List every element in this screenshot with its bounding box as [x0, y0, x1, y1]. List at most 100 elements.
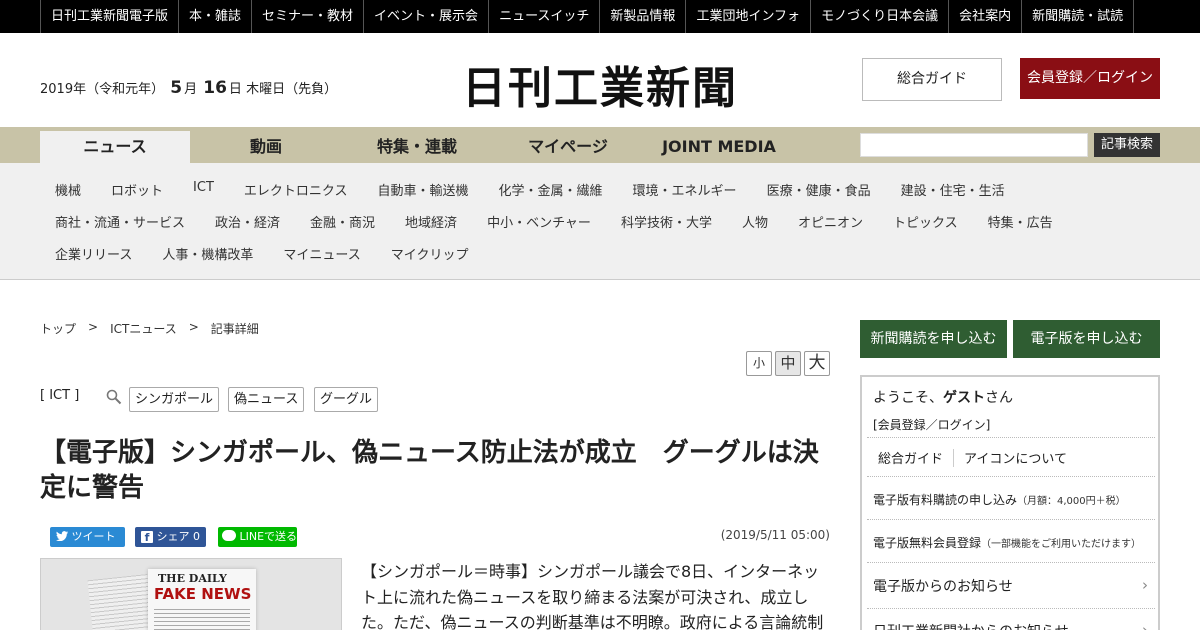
topnav-digital-edition[interactable]: 日刊工業新聞電子版 — [40, 0, 178, 33]
topnav-newswitch[interactable]: ニュースイッチ — [488, 0, 599, 33]
paid-price-note: （月額：4,000円＋税） — [1017, 496, 1126, 507]
tab-video[interactable]: 動画 — [191, 131, 341, 163]
category-link[interactable]: 医療・健康・食品 — [767, 180, 871, 200]
company-notice-link[interactable]: 日刊工業新聞社からのお知らせ — [873, 621, 1069, 630]
category-link[interactable]: マイクリップ — [391, 244, 469, 264]
date-day: 16 — [203, 78, 227, 98]
site-logo[interactable]: 日刊工業新聞 — [400, 52, 800, 116]
breadcrumb-current: 記事詳細 — [210, 322, 259, 336]
breadcrumb-ict-news[interactable]: ICTニュース — [110, 320, 177, 337]
tab-mypage[interactable]: マイページ — [493, 131, 643, 163]
free-membership-note: （一部機能をご利用いただけます） — [981, 539, 1142, 550]
paid-subscription-link[interactable]: 電子版有料購読の申し込み（月額：4,000円＋税） — [873, 491, 1126, 508]
digital-notice-link[interactable]: 電子版からのお知らせ — [873, 576, 1013, 596]
topnav-seminars[interactable]: セミナー・教材 — [251, 0, 363, 33]
tag-google[interactable]: グーグル — [314, 387, 379, 412]
tag-singapore[interactable]: シンガポール — [129, 387, 220, 412]
topnav-industrial-parks[interactable]: 工業団地インフォ — [685, 0, 810, 33]
article-body: 【シンガポール＝時事】シンガポール議会で8日、インターネット上に流れた偽ニュース… — [361, 562, 824, 630]
tab-news[interactable]: ニュース — [40, 131, 190, 163]
category-link[interactable]: ロボット — [111, 180, 163, 200]
tab-features[interactable]: 特集・連載 — [342, 131, 492, 163]
topnav-events[interactable]: イベント・展示会 — [363, 0, 488, 33]
category-link[interactable]: マイニュース — [283, 244, 360, 264]
category-link[interactable]: エレクトロニクス — [244, 180, 348, 200]
article-photo: THE DAILY FAKE NEWS — [40, 558, 342, 630]
category-link[interactable]: 中小・ベンチャー — [487, 212, 591, 232]
topnav-company-info[interactable]: 会社案内 — [948, 0, 1021, 33]
category-link[interactable]: 科学技術・大学 — [621, 212, 712, 232]
facebook-share-label: シェア — [156, 530, 190, 543]
main-navigation: ニュース 動画 特集・連載 マイページ JOINT MEDIA 記事検索 — [0, 127, 1200, 163]
month-unit: 月 — [184, 82, 198, 97]
date-year: 2019年（令和元年） — [40, 82, 165, 97]
category-link[interactable]: オピニオン — [798, 212, 863, 232]
category-row-3: 企業リリース 人事・機構改革 マイニュース マイクリップ — [55, 244, 498, 264]
welcome-prefix: ようこそ、 — [873, 390, 943, 406]
newspaper-text-lines — [154, 609, 250, 630]
topnav-monozukuri[interactable]: モノづくり日本会議 — [810, 0, 948, 33]
category-link[interactable]: 環境・エネルギー — [633, 180, 737, 200]
category-link[interactable]: 企業リリース — [55, 244, 132, 264]
tweet-label: ツイート — [71, 530, 116, 543]
category-link[interactable]: 人事・機構改革 — [162, 244, 253, 264]
line-share-label: LINEで送る — [239, 530, 298, 543]
chevron-right-icon: › — [1142, 576, 1148, 594]
breadcrumb-separator: > — [188, 320, 199, 334]
topnav-books[interactable]: 本・雑誌 — [178, 0, 251, 33]
guide-button[interactable]: 総合ガイド — [862, 58, 1002, 101]
login-button[interactable]: 会員登録／ログイン — [1020, 58, 1160, 99]
article-search-button[interactable]: 記事検索 — [1094, 133, 1160, 157]
newspaper-headline: FAKE NEWS — [154, 585, 252, 603]
paid-subscription-label: 電子版有料購読の申し込み — [873, 493, 1018, 507]
welcome-message: ようこそ、ゲストさん — [873, 387, 1013, 407]
article-headline: 【電子版】シンガポール、偽ニュース防止法が成立 グーグルは決定に警告 — [40, 438, 819, 503]
font-size-large-button[interactable]: 大 — [804, 351, 830, 376]
category-link[interactable]: 人物 — [742, 212, 768, 232]
divider — [867, 476, 1155, 477]
tag-fake-news[interactable]: 偽ニュース — [228, 387, 305, 412]
category-menu: 機械 ロボット ICT エレクトロニクス 自動車・輸送機 化学・金属・繊維 環境… — [0, 163, 1200, 280]
topnav-subscription[interactable]: 新聞購読・試読 — [1021, 0, 1135, 33]
guest-name: ゲスト — [943, 390, 985, 406]
divider — [867, 562, 1155, 563]
category-link[interactable]: トピックス — [893, 212, 958, 232]
category-link[interactable]: 地域経済 — [405, 212, 457, 232]
category-link[interactable]: 商社・流通・サービス — [55, 212, 185, 232]
tab-joint-media[interactable]: JOINT MEDIA — [644, 131, 794, 163]
panel-login-link[interactable]: [会員登録／ログイン] — [873, 416, 990, 433]
divider — [867, 608, 1155, 609]
icons-about-link[interactable]: アイコンについて — [964, 448, 1067, 467]
top-navigation-bar: 日刊工業新聞電子版 本・雑誌 セミナー・教材 イベント・展示会 ニュースイッチ … — [0, 0, 1200, 33]
subscribe-paper-button[interactable]: 新聞購読を申し込む — [860, 320, 1007, 358]
search-input[interactable] — [860, 133, 1088, 157]
breadcrumb-top[interactable]: トップ — [40, 320, 76, 337]
facebook-share-count: 0 — [193, 530, 200, 543]
category-link[interactable]: 金融・商況 — [310, 212, 375, 232]
subscribe-digital-button[interactable]: 電子版を申し込む — [1013, 320, 1160, 358]
facebook-share-button[interactable]: f シェア 0 — [135, 527, 206, 547]
day-unit: 日 — [228, 82, 242, 97]
free-membership-link[interactable]: 電子版無料会員登録（一部機能をご利用いただけます） — [873, 534, 1141, 551]
chevron-right-icon: › — [1142, 621, 1148, 630]
category-link[interactable]: 自動車・輸送機 — [378, 180, 469, 200]
search-icon — [106, 389, 122, 405]
tweet-button[interactable]: ツイート — [50, 527, 125, 547]
category-link[interactable]: 特集・広告 — [988, 212, 1053, 232]
welcome-suffix: さん — [985, 390, 1013, 406]
breadcrumb: トップ > ICTニュース > 記事詳細 — [40, 320, 259, 337]
line-share-button[interactable]: LINEで送る — [218, 527, 297, 547]
free-membership-label: 電子版無料会員登録 — [873, 536, 982, 550]
font-size-medium-button[interactable]: 中 — [775, 351, 801, 376]
category-link[interactable]: 政治・経済 — [215, 212, 280, 232]
article-category: [ ICT ] — [40, 388, 80, 403]
category-link[interactable]: 機械 — [55, 180, 81, 200]
topnav-new-products[interactable]: 新製品情報 — [599, 0, 685, 33]
panel-guide-link[interactable]: 総合ガイド — [878, 448, 943, 467]
font-size-small-button[interactable]: 小 — [746, 351, 772, 376]
category-link[interactable]: ICT — [193, 180, 214, 200]
category-link[interactable]: 建設・住宅・生活 — [901, 180, 1005, 200]
facebook-icon: f — [141, 531, 153, 544]
category-link[interactable]: 化学・金属・繊維 — [499, 180, 603, 200]
current-date: 2019年（令和元年） 5月 16 日 木曜日（先負） — [40, 78, 337, 98]
